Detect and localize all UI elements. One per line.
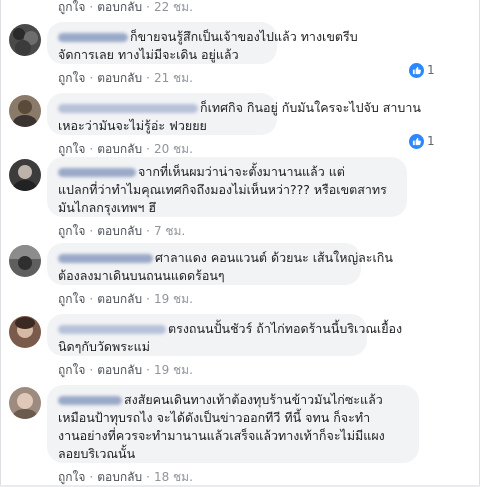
comment-actions: ถูกใจ · ตอบกลับ · 22 ชม. xyxy=(58,0,193,17)
separator: · xyxy=(89,224,94,238)
comment-bubble: ตรงถนนปั้นชัวร์ ถ้าไก่ทอดร้านนี้บริเวณเย… xyxy=(47,314,402,356)
reply-link[interactable]: ตอบกลับ xyxy=(97,363,142,377)
comment-text-line: ศาลาแดง คอนแวนต์ ด้วยนะ เส้นใหญ่ละเกิน xyxy=(58,249,393,267)
comment-bubble: ศาลาแดง คอนแวนต์ ด้วยนะ เส้นใหญ่ละเกิน ต… xyxy=(47,243,393,285)
comment-bubble: ก็ขายจนรู้สึกเป็นเจ้าของไปแล้ว ทางเขตรีบ… xyxy=(47,22,358,64)
separator: · xyxy=(146,224,150,238)
separator: · xyxy=(146,0,150,14)
separator: · xyxy=(89,470,94,484)
comment-list: ถูกใจ · ตอบกลับ · 22 ชม. ก็ขายจนรู้สึกเป็นเจ… xyxy=(0,0,480,485)
comment-text-line: นิดๆกับวัดพระแม่ xyxy=(58,339,150,354)
comment-text-line: แปลกที่ว่าทำไมคุณเทศกิจถึงมองไม่เห็นหว่า… xyxy=(58,182,387,197)
separator: · xyxy=(146,363,150,377)
reaction-summary[interactable]: 1 xyxy=(409,62,435,78)
comment-text-line: มันไกลกรุงเทพฯ ฮึ xyxy=(58,200,157,215)
separator: · xyxy=(89,363,94,377)
avatar[interactable] xyxy=(9,245,41,277)
comment-text-line: เหมือนป้าทุบรถไง จะได้ดังเป็นข่าวออกทีวี… xyxy=(58,410,371,425)
like-link[interactable]: ถูกใจ xyxy=(58,224,85,238)
comment-text-line: ตรงถนนปั้นชัวร์ ถ้าไก่ทอดร้านนี้บริเวณเย… xyxy=(58,320,402,338)
commenter-name-redacted[interactable] xyxy=(58,168,136,177)
avatar[interactable] xyxy=(9,159,41,191)
comment-text-line: เหอะว่ามันจะไม่รู้อ่ะ ฟวยยย xyxy=(58,118,207,133)
comment-timestamp[interactable]: 19 ชม. xyxy=(154,363,193,377)
comment-timestamp[interactable]: 7 ชม. xyxy=(154,224,185,238)
like-link[interactable]: ถูกใจ xyxy=(58,363,85,377)
reply-link[interactable]: ตอบกลับ xyxy=(97,71,142,85)
reply-link[interactable]: ตอบกลับ xyxy=(97,292,142,306)
comment-actions: ถูกใจ · ตอบกลับ · 19 ชม. xyxy=(58,361,193,380)
comment-actions: ถูกใจ · ตอบกลับ · 19 ชม. xyxy=(58,290,193,309)
separator: · xyxy=(89,292,94,306)
comment-actions: ถูกใจ · ตอบกลับ · 7 ชม. xyxy=(58,222,185,241)
comment-text-line: ก็เทศกิจ กินอยู่ กับมันใครจะไปจับ สาบาน xyxy=(58,99,421,117)
reaction-summary[interactable]: 1 xyxy=(409,133,435,149)
comment-text-line: งานอย่างที่ควรจะทำมานานแล้วเสร็จแล้วทางเ… xyxy=(58,428,385,443)
reply-link[interactable]: ตอบกลับ xyxy=(97,224,142,238)
like-link[interactable]: ถูกใจ xyxy=(58,470,85,484)
comment-actions: ถูกใจ · ตอบกลับ · 18 ชม. xyxy=(58,468,193,487)
separator: · xyxy=(146,470,150,484)
comment-timestamp[interactable]: 19 ชม. xyxy=(154,292,193,306)
reaction-count: 1 xyxy=(427,134,435,148)
separator: · xyxy=(146,142,150,156)
commenter-name-redacted[interactable] xyxy=(58,254,153,263)
comment-text-line: ก็ขายจนรู้สึกเป็นเจ้าของไปแล้ว ทางเขตรีบ xyxy=(58,28,358,46)
like-icon xyxy=(409,133,424,149)
comment-text-line: ต้องลงมาเดินบนถนนแดดร้อนๆ xyxy=(58,268,225,283)
comment-text-line: ลอยบริเวณนั้น xyxy=(58,446,136,461)
comment-timestamp[interactable]: 18 ชม. xyxy=(154,470,193,484)
comment-timestamp[interactable]: 21 ชม. xyxy=(154,71,193,85)
commenter-name-redacted[interactable] xyxy=(58,325,166,334)
comment-bubble: จากที่เห็นผมว่าน่าจะตั้งมานานแล้ว แต่ แป… xyxy=(47,157,407,217)
reply-link[interactable]: ตอบกลับ xyxy=(97,470,142,484)
reply-link[interactable]: ตอบกลับ xyxy=(97,142,142,156)
reaction-count: 1 xyxy=(427,63,435,77)
separator: · xyxy=(89,0,94,14)
comment-timestamp[interactable]: 22 ชม. xyxy=(154,0,193,14)
separator: · xyxy=(146,71,150,85)
comment-timestamp[interactable]: 20 ชม. xyxy=(154,142,193,156)
avatar[interactable] xyxy=(9,387,41,419)
comment-actions: ถูกใจ · ตอบกลับ · 21 ชม. xyxy=(58,69,193,88)
like-icon xyxy=(409,62,424,78)
separator: · xyxy=(89,71,94,85)
separator: · xyxy=(89,142,94,156)
avatar[interactable] xyxy=(9,316,41,348)
commenter-name-redacted[interactable] xyxy=(58,104,198,113)
comment-bubble: สงสัยคนเดินทางเท้าต้องทุบร้านข้าวมันไก่ซ… xyxy=(47,385,419,463)
comment-bubble: ก็เทศกิจ กินอยู่ กับมันใครจะไปจับ สาบาน … xyxy=(47,93,421,135)
comment-text-line: จากที่เห็นผมว่าน่าจะตั้งมานานแล้ว แต่ xyxy=(58,163,396,181)
like-link[interactable]: ถูกใจ xyxy=(58,292,85,306)
like-link[interactable]: ถูกใจ xyxy=(58,142,85,156)
like-link[interactable]: ถูกใจ xyxy=(58,0,85,14)
comment-text-line: สงสัยคนเดินทางเท้าต้องทุบร้านข้าวมันไก่ซ… xyxy=(58,391,408,409)
like-link[interactable]: ถูกใจ xyxy=(58,71,85,85)
avatar[interactable] xyxy=(9,24,41,56)
avatar[interactable] xyxy=(9,95,41,127)
commenter-name-redacted[interactable] xyxy=(58,33,128,42)
comment-text-line: จัดการเลย ทางไม่มีจะเดิน อยู่แล้ว xyxy=(58,47,239,62)
commenter-name-redacted[interactable] xyxy=(58,396,122,405)
separator: · xyxy=(146,292,150,306)
reply-link[interactable]: ตอบกลับ xyxy=(97,0,142,14)
